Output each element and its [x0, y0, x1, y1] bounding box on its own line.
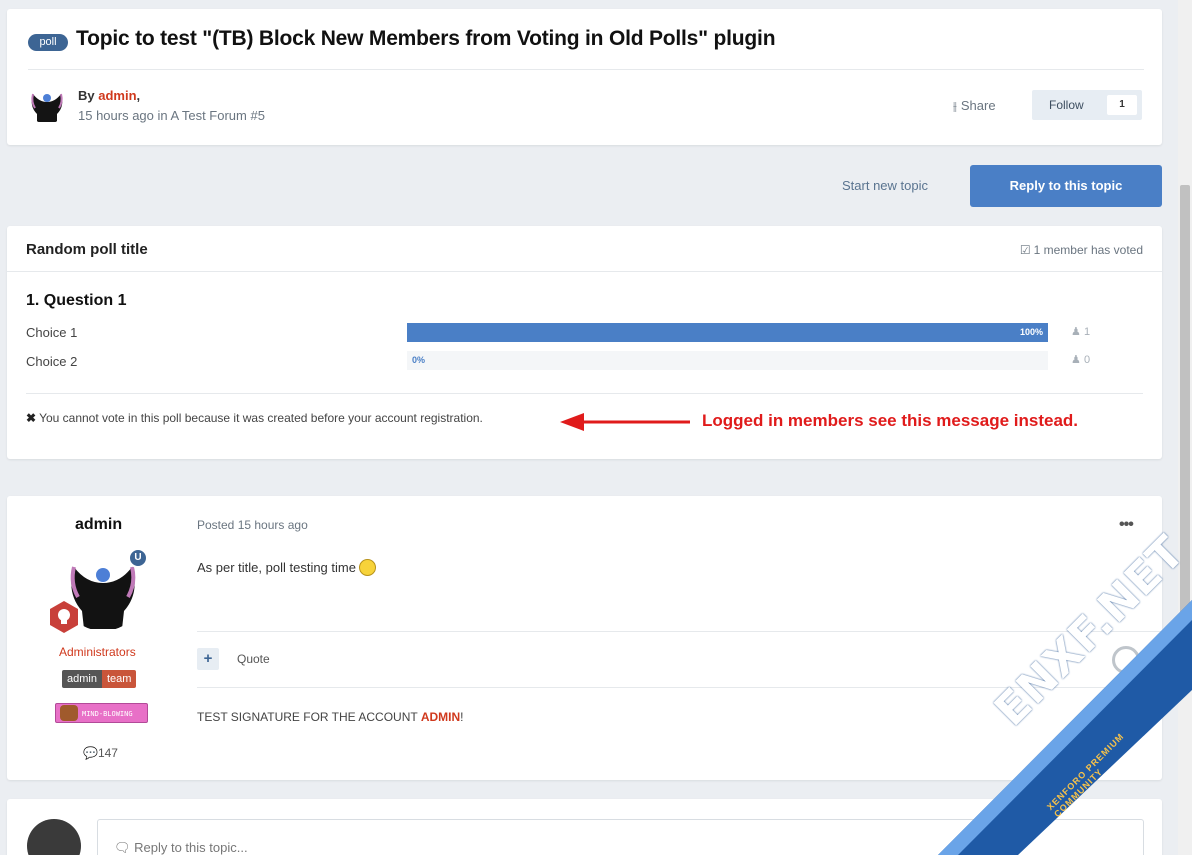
topic-header: poll Topic to test "(TB) Block New Membe…	[7, 9, 1162, 145]
mind-badge-label: MIND-BLOWING	[82, 710, 133, 718]
choice-votes: ♟ 1	[1071, 325, 1090, 338]
multiquote-button[interactable]: +	[197, 648, 219, 670]
follow-label: Follow	[1049, 98, 1084, 112]
avatar	[27, 819, 81, 855]
by-prefix: By	[78, 88, 99, 103]
choice-percent: 0%	[412, 355, 426, 365]
staff-badge: admin team	[62, 670, 137, 688]
choice-bar: 100%	[407, 323, 1048, 342]
post-author[interactable]: admin	[75, 516, 122, 534]
topic-meta[interactable]: 15 hours ago in A Test Forum #5	[78, 108, 265, 123]
divider	[197, 631, 1162, 632]
annotation-text: Logged in members see this message inste…	[702, 411, 1079, 430]
badge-team: team	[101, 670, 137, 688]
author-line: By admin,	[78, 88, 140, 103]
divider	[7, 271, 1162, 272]
shield-icon: U	[128, 548, 148, 568]
reply-to-topic-button[interactable]: Reply to this topic	[970, 165, 1162, 207]
cannot-vote-text: You cannot vote in this poll because it …	[39, 411, 483, 425]
share-icon: ⫲	[953, 99, 957, 113]
author-link[interactable]: admin	[98, 88, 136, 103]
post-count-value: 147	[97, 746, 118, 760]
poll-title: Random poll title	[26, 241, 148, 258]
reply-placeholder-text: Reply to this topic...	[134, 840, 248, 855]
reply-placeholder: 🗨 Reply to this topic...	[114, 840, 248, 855]
avatar[interactable]	[27, 84, 67, 124]
voted-status: ☑ 1 member has voted	[1020, 243, 1143, 257]
choice-bar-fill	[407, 323, 1048, 342]
comment-icon: 💬	[83, 746, 98, 760]
voted-label: 1 member has voted	[1033, 243, 1143, 257]
comment-icon: 🗨	[114, 840, 135, 855]
by-suffix: ,	[136, 88, 141, 103]
scrollbar-thumb[interactable]	[1180, 185, 1190, 685]
signature-suffix: !	[460, 710, 464, 724]
close-icon: ✖	[26, 411, 37, 425]
cannot-vote-message: ✖ You cannot vote in this poll because it…	[26, 411, 483, 425]
owl-icon	[60, 705, 78, 721]
user-icon: ♟	[1071, 326, 1081, 338]
follow-count: 1	[1107, 95, 1137, 115]
page-title: Topic to test "(TB) Block New Members fr…	[76, 27, 776, 50]
reply-input[interactable]: 🗨 Reply to this topic...	[97, 819, 1144, 855]
choice-label: Choice 1	[26, 325, 78, 340]
vote-count: 1	[1083, 326, 1091, 338]
choice-label: Choice 2	[26, 354, 78, 369]
poll-badge: poll	[28, 34, 68, 51]
choice-percent: 100%	[1019, 327, 1043, 337]
more-options-icon[interactable]: •••	[1119, 516, 1134, 534]
post-text: As per title, poll testing time	[197, 560, 356, 575]
avatar-image	[31, 93, 63, 122]
badge-admin: admin	[62, 670, 102, 688]
post-card: admin U Administrators admin team MIND-BL…	[7, 496, 1162, 780]
start-new-topic-link[interactable]: Start new topic	[842, 178, 928, 193]
follow-button[interactable]: Follow 1	[1032, 90, 1142, 120]
share-button[interactable]: ⫲ Share	[953, 98, 996, 114]
question-title: 1. Question 1	[26, 292, 127, 309]
divider	[26, 393, 1143, 394]
post-content: As per title, poll testing time	[197, 559, 376, 576]
rank-icon	[50, 601, 78, 633]
reaction-icon[interactable]	[1112, 646, 1140, 674]
post-date[interactable]: Posted 15 hours ago	[197, 518, 308, 532]
check-square-icon: ☑	[1019, 243, 1031, 257]
signature-text: TEST SIGNATURE FOR THE ACCOUNT	[197, 710, 421, 724]
choice-bar: 0%	[407, 351, 1048, 370]
mind-blowing-badge: MIND-BLOWING	[55, 703, 148, 723]
choice-votes: ♟ 0	[1071, 353, 1090, 366]
share-label: Share	[960, 98, 996, 113]
divider	[28, 69, 1144, 70]
vote-count: 0	[1083, 354, 1091, 366]
smile-icon	[358, 559, 376, 576]
reply-card: 🗨 Reply to this topic...	[7, 799, 1162, 855]
post-count[interactable]: 💬147	[83, 746, 118, 760]
user-icon: ♟	[1071, 354, 1081, 366]
signature-name: ADMIN	[420, 710, 461, 724]
quote-button[interactable]: Quote	[237, 652, 270, 666]
user-group: Administrators	[59, 645, 136, 659]
annotation-arrow	[560, 413, 690, 431]
signature: TEST SIGNATURE FOR THE ACCOUNT ADMIN!	[197, 710, 463, 724]
